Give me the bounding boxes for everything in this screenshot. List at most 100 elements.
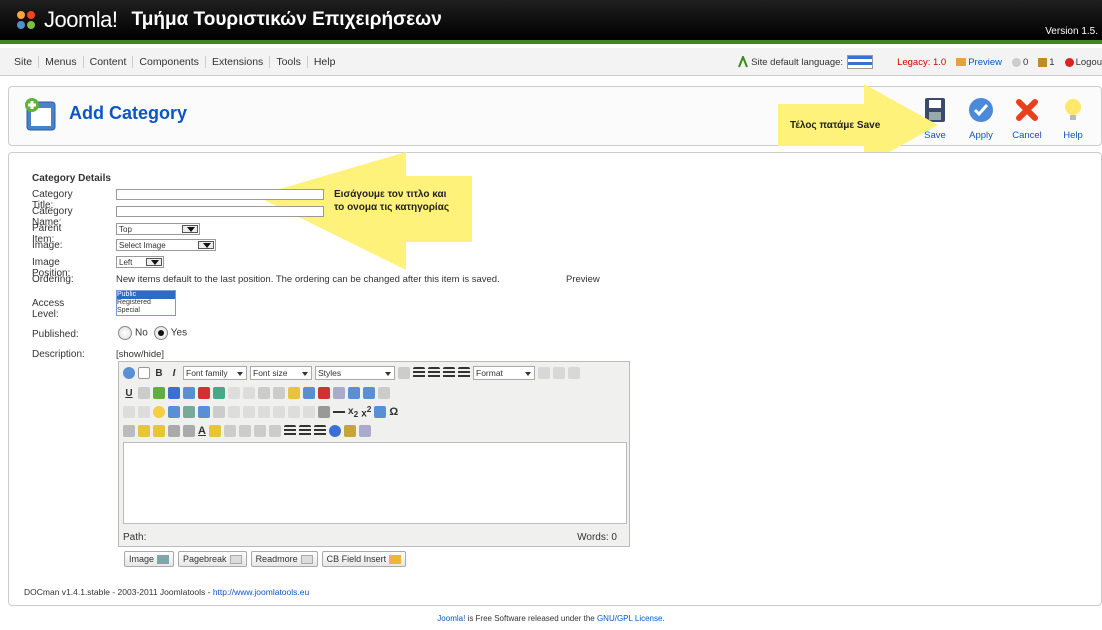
docman-link[interactable]: http://www.joomlatools.eu — [213, 587, 309, 597]
superscript-icon[interactable]: x2 — [361, 404, 371, 419]
cb-field-insert-button[interactable]: CB Field Insert — [321, 551, 407, 567]
highlight-icon[interactable] — [208, 425, 221, 437]
menu-help[interactable]: Help — [308, 56, 342, 68]
numbered-list-icon[interactable] — [298, 425, 311, 437]
image-insert-icon[interactable] — [183, 387, 195, 399]
license-link[interactable]: GNU/GPL License — [597, 614, 663, 623]
undo-icon[interactable] — [223, 425, 236, 437]
image-manager-icon[interactable] — [183, 406, 195, 418]
cleanup-icon[interactable] — [358, 425, 371, 437]
italic-icon[interactable]: I — [168, 368, 180, 379]
access-option-public[interactable]: Public — [117, 291, 175, 299]
new-document-icon[interactable] — [138, 367, 150, 379]
pagebreak-button[interactable]: Pagebreak — [178, 551, 247, 567]
chart-icon[interactable] — [374, 406, 387, 418]
visual-aid-icon[interactable] — [348, 387, 360, 399]
horizontal-rule-icon[interactable] — [333, 411, 345, 413]
menu-tools[interactable]: Tools — [270, 56, 308, 68]
radio-yes[interactable] — [153, 326, 168, 340]
attribs-icon[interactable] — [288, 387, 300, 399]
font-color-icon[interactable] — [168, 387, 180, 399]
anchor-icon[interactable] — [328, 425, 341, 437]
merge-cells-icon[interactable] — [303, 406, 315, 418]
access-level-list[interactable]: Public Registered Special — [116, 290, 176, 316]
abbr-icon[interactable] — [228, 387, 240, 399]
image-button[interactable]: Image — [124, 551, 175, 567]
font-size-select[interactable]: Font size — [250, 366, 312, 380]
media-embed-icon[interactable] — [168, 406, 180, 418]
format-select[interactable]: Format — [473, 366, 535, 380]
cancel-button[interactable]: Cancel — [1009, 95, 1045, 141]
preview-link[interactable]: Preview — [956, 57, 1002, 68]
scissors-icon[interactable] — [123, 425, 135, 437]
subscript-gray-icon[interactable] — [258, 406, 270, 418]
fullscreen-icon[interactable] — [363, 387, 375, 399]
help-icon[interactable] — [123, 367, 135, 379]
image-position-select[interactable]: Left — [116, 256, 164, 268]
find-icon[interactable] — [168, 425, 180, 437]
readmore-button[interactable]: Readmore — [250, 551, 318, 567]
help-button[interactable]: Help — [1055, 95, 1091, 141]
apply-button[interactable]: Apply — [963, 95, 999, 141]
font-color-a-icon[interactable]: A — [198, 425, 206, 437]
menu-extensions[interactable]: Extensions — [206, 56, 271, 68]
show-hide-toggle[interactable]: [show/hide] — [116, 349, 164, 360]
outdent-icon[interactable] — [238, 425, 251, 437]
text-bg-icon[interactable] — [273, 387, 285, 399]
insert-row-icon[interactable] — [288, 406, 300, 418]
menu-menus[interactable]: Menus — [39, 56, 84, 68]
rtl-icon[interactable] — [138, 406, 150, 418]
directionality-icon[interactable] — [318, 387, 330, 399]
layer-icon[interactable] — [213, 406, 225, 418]
template-icon[interactable] — [213, 387, 225, 399]
font-family-select[interactable]: Font family — [183, 366, 247, 380]
radio-no[interactable] — [118, 326, 132, 340]
logout-link[interactable]: Logou — [1064, 57, 1102, 68]
published-no-option[interactable]: No — [118, 326, 148, 340]
published-yes-option[interactable]: Yes — [153, 326, 187, 340]
category-name-input[interactable] — [116, 206, 324, 217]
category-title-input[interactable] — [116, 189, 324, 200]
table-col-icon[interactable] — [243, 406, 255, 418]
editor-text-area[interactable] — [123, 442, 627, 524]
edit-image-icon[interactable] — [198, 406, 210, 418]
pilcrow-icon[interactable] — [303, 387, 315, 399]
table-icon[interactable] — [153, 387, 165, 399]
align-justify-icon[interactable] — [458, 367, 470, 379]
align-center-icon[interactable] — [428, 367, 440, 379]
superscript-gray-icon[interactable] — [273, 406, 285, 418]
paste-icon[interactable] — [568, 367, 580, 379]
paste-word-icon[interactable] — [153, 425, 165, 437]
access-option-registered[interactable]: Registered — [117, 299, 175, 307]
messages-count[interactable]: 0 — [1011, 57, 1028, 68]
ltr-icon[interactable] — [123, 406, 135, 418]
bold-icon[interactable]: B — [153, 368, 165, 379]
image-select[interactable]: Select Image — [116, 239, 216, 251]
paste-text-icon[interactable] — [138, 425, 150, 437]
underline-icon[interactable]: U — [123, 388, 135, 399]
omega-icon[interactable]: Ω — [389, 406, 398, 418]
acronym-icon[interactable] — [243, 387, 255, 399]
table-row-icon[interactable] — [228, 406, 240, 418]
bullet-list-icon[interactable] — [283, 425, 296, 437]
parent-item-select[interactable]: Top — [116, 223, 200, 235]
align-right-icon[interactable] — [443, 367, 455, 379]
copy-icon[interactable] — [553, 367, 565, 379]
site-language[interactable]: Site default language: — [738, 55, 874, 69]
access-option-special[interactable]: Special — [117, 307, 175, 315]
redo-icon[interactable] — [268, 425, 281, 437]
joomla-link[interactable]: Joomla! — [437, 614, 465, 623]
spellchecker-icon[interactable] — [333, 387, 345, 399]
indent-icon[interactable] — [253, 425, 266, 437]
spellcheck-icon[interactable] — [398, 367, 410, 379]
menu-content[interactable]: Content — [84, 56, 134, 68]
replace-icon[interactable] — [183, 425, 195, 437]
print-icon[interactable] — [378, 387, 390, 399]
cut-icon[interactable] — [538, 367, 550, 379]
styles-select[interactable]: Styles — [315, 366, 395, 380]
menu-site[interactable]: Site — [8, 56, 40, 68]
align-left-icon[interactable] — [413, 367, 425, 379]
print-preview-icon[interactable] — [318, 406, 330, 418]
media-icon[interactable] — [198, 387, 210, 399]
strikethrough-icon[interactable] — [138, 387, 150, 399]
